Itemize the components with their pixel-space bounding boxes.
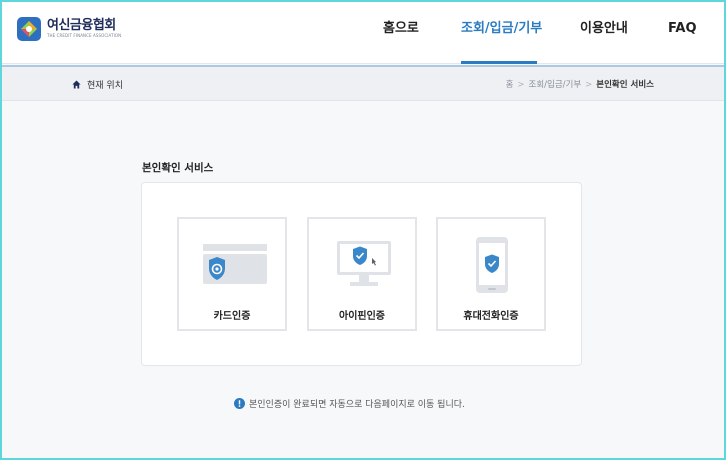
phone-auth-label: 휴대전화인증 bbox=[463, 311, 519, 322]
section-title: 본인확인 서비스 bbox=[142, 162, 214, 174]
breadcrumb-home[interactable]: 홈 bbox=[506, 80, 514, 90]
info-icon bbox=[234, 398, 245, 409]
ipin-auth-button[interactable]: 아이핀인증 bbox=[307, 217, 417, 331]
card-auth-label: 카드인증 bbox=[213, 311, 251, 322]
logo-icon bbox=[17, 17, 41, 41]
current-location-label: 현재 위치 bbox=[87, 81, 123, 91]
card-auth-button[interactable]: 카드인증 bbox=[177, 217, 287, 331]
breadcrumb-separator-icon: > bbox=[517, 80, 525, 90]
auth-methods-panel: 카드인증 아이핀인증 휴대전화인증 bbox=[141, 182, 582, 366]
site-header: 여신금융협회 THE CREDIT FINANCE ASSOCIATION 홈으… bbox=[2, 2, 724, 64]
page-frame: 여신금융협회 THE CREDIT FINANCE ASSOCIATION 홈으… bbox=[0, 0, 726, 460]
site-logo[interactable]: 여신금융협회 THE CREDIT FINANCE ASSOCIATION bbox=[16, 16, 121, 42]
breadcrumb-inquiry[interactable]: 조회/입금/기부 bbox=[529, 80, 582, 90]
redirect-notice: 본인인증이 완료되면 자동으로 다음페이지로 이동 됩니다. bbox=[234, 397, 465, 410]
logo-subtitle: THE CREDIT FINANCE ASSOCIATION bbox=[47, 33, 122, 38]
nav-inquiry-payment-donation[interactable]: 조회/입금/기부 bbox=[461, 2, 542, 64]
ipin-auth-label: 아이핀인증 bbox=[339, 311, 385, 322]
current-location: 현재 위치 bbox=[72, 78, 123, 91]
nav-home[interactable]: 홈으로 bbox=[383, 2, 419, 64]
breadcrumb-separator-icon: > bbox=[585, 80, 593, 90]
phone-auth-button[interactable]: 휴대전화인증 bbox=[436, 217, 546, 331]
breadcrumb-bar: 현재 위치 홈 > 조회/입금/기부 > 본인확인 서비스 bbox=[2, 65, 724, 101]
redirect-notice-text: 본인인증이 완료되면 자동으로 다음페이지로 이동 됩니다. bbox=[249, 400, 465, 410]
logo-title: 여신금융협회 bbox=[47, 18, 116, 33]
breadcrumb-current: 본인확인 서비스 bbox=[596, 80, 654, 90]
breadcrumb: 홈 > 조회/입금/기부 > 본인확인 서비스 bbox=[506, 78, 654, 90]
nav-faq[interactable]: FAQ bbox=[668, 2, 697, 64]
nav-usage-guide[interactable]: 이용안내 bbox=[580, 2, 628, 64]
nav-active-indicator bbox=[461, 61, 537, 64]
home-icon bbox=[72, 80, 81, 89]
